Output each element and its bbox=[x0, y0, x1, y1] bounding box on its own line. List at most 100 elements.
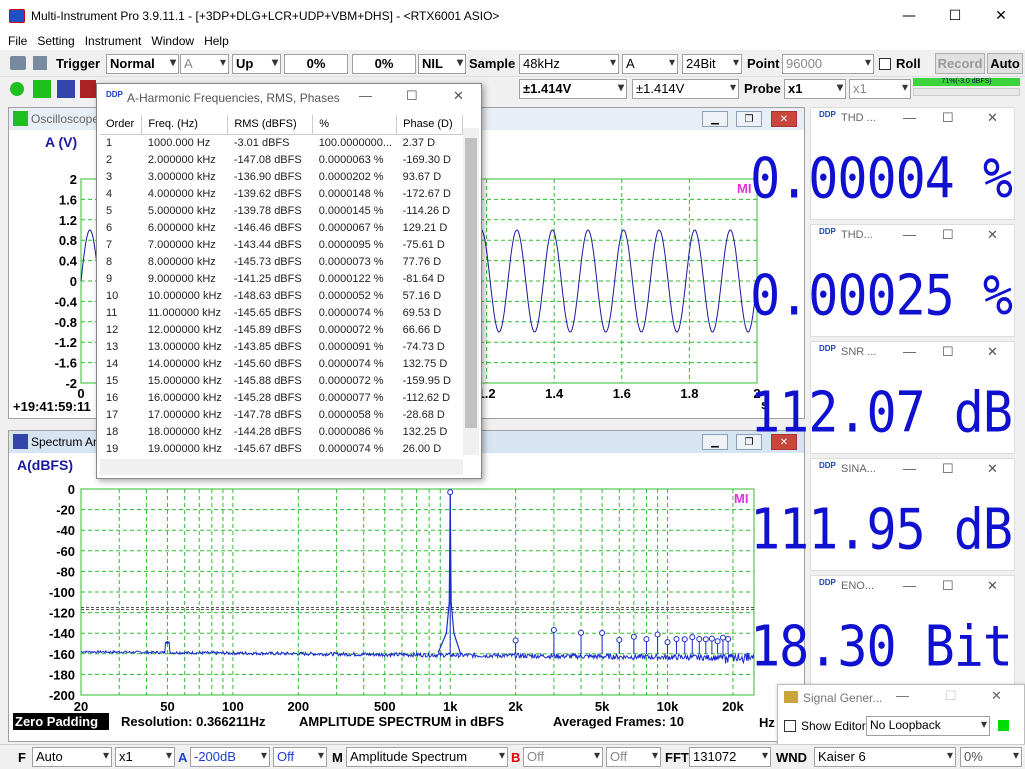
meter-maximize-button[interactable]: ☐ bbox=[942, 110, 954, 126]
a-off-select[interactable]: Off bbox=[273, 747, 327, 767]
record-button[interactable]: Record bbox=[935, 53, 985, 74]
table-row[interactable]: 4 4.000000 kHz -139.62 dBFS 0.0000148 % -172… bbox=[100, 185, 463, 202]
f-mode-select[interactable]: Auto bbox=[32, 747, 112, 767]
probe-b-select[interactable]: x1 bbox=[849, 79, 911, 99]
range-b-select[interactable]: ±1.414V bbox=[632, 79, 739, 99]
meter-maximize-button[interactable]: ☐ bbox=[942, 461, 954, 477]
point-select[interactable]: 96000 bbox=[782, 54, 874, 74]
trigger-channel-select[interactable]: A bbox=[180, 54, 229, 74]
col-order[interactable]: Order bbox=[100, 115, 143, 135]
trigger-delay-spinner[interactable]: 0% bbox=[352, 54, 416, 74]
table-row[interactable]: 15 15.000000 kHz -145.88 dBFS 0.0000072 % -1… bbox=[100, 372, 463, 389]
harm-maximize-button[interactable]: ☐ bbox=[406, 88, 418, 104]
show-editor-checkbox[interactable] bbox=[784, 720, 796, 732]
harmonics-scroll-thumb[interactable] bbox=[465, 138, 477, 428]
table-row[interactable]: 8 8.000000 kHz -145.73 dBFS 0.0000073 % 77.7… bbox=[100, 253, 463, 270]
table-row[interactable]: 9 9.000000 kHz -141.25 dBFS 0.0000122 % -81.… bbox=[100, 270, 463, 287]
table-row[interactable]: 5 5.000000 kHz -139.78 dBFS 0.0000145 % -114… bbox=[100, 202, 463, 219]
meter-close-button[interactable]: ✕ bbox=[987, 461, 998, 477]
gen-close-button[interactable]: ✕ bbox=[991, 688, 1002, 704]
nil-select[interactable]: NIL bbox=[418, 54, 466, 74]
table-cell: -141.25 dBFS bbox=[233, 272, 302, 285]
loopback-select[interactable]: No Loopback bbox=[866, 716, 990, 736]
menu-help[interactable]: Help bbox=[204, 34, 229, 48]
table-row[interactable]: 18 18.000000 kHz -144.28 dBFS 0.0000086 % 13… bbox=[100, 423, 463, 440]
multiplier-select[interactable]: x1 bbox=[115, 747, 175, 767]
osc-close-button[interactable]: ✕ bbox=[771, 111, 797, 127]
meter-close-button[interactable]: ✕ bbox=[987, 344, 998, 360]
meter-maximize-button[interactable]: ☐ bbox=[942, 578, 954, 594]
roll-checkbox[interactable] bbox=[879, 58, 891, 70]
table-row[interactable]: 17 17.000000 kHz -147.78 dBFS 0.0000058 % -2… bbox=[100, 406, 463, 423]
meter-window: DDP THD ... — ☐ ✕ 0.00004 % bbox=[750, 107, 1015, 220]
run-icon[interactable] bbox=[10, 82, 24, 96]
meter-minimize-button[interactable]: — bbox=[903, 344, 916, 359]
probe-a-select[interactable]: x1 bbox=[784, 79, 846, 99]
sample-rate-select[interactable]: 48kHz bbox=[519, 54, 619, 74]
meter-minimize-button[interactable]: — bbox=[903, 461, 916, 476]
window-select[interactable]: Kaiser 6 bbox=[814, 747, 956, 767]
table-row[interactable]: 14 14.000000 kHz -145.60 dBFS 0.0000074 % 13… bbox=[100, 355, 463, 372]
col-percent[interactable]: % bbox=[312, 115, 398, 135]
gen-minimize-button[interactable]: — bbox=[896, 688, 909, 703]
menu-setting[interactable]: Setting bbox=[37, 34, 74, 48]
meter-close-button[interactable]: ✕ bbox=[987, 110, 998, 126]
spec-minimize-button[interactable]: ▁ bbox=[702, 434, 728, 450]
generator-status-indicator[interactable] bbox=[998, 720, 1009, 731]
harmonics-scrollbar[interactable] bbox=[463, 128, 479, 455]
table-row[interactable]: 13 13.000000 kHz -143.85 dBFS 0.0000091 % -7… bbox=[100, 338, 463, 355]
osc-restore-button[interactable]: ❐ bbox=[736, 111, 762, 127]
table-row[interactable]: 16 16.000000 kHz -145.28 dBFS 0.0000077 % -1… bbox=[100, 389, 463, 406]
menu-instrument[interactable]: Instrument bbox=[85, 34, 142, 48]
table-row[interactable]: 10 10.000000 kHz -148.63 dBFS 0.0000052 % 57… bbox=[100, 287, 463, 304]
scope-icon[interactable] bbox=[33, 80, 51, 98]
menu-window[interactable]: Window bbox=[151, 34, 194, 48]
menu-file[interactable]: File bbox=[8, 34, 27, 48]
minimize-button[interactable]: — bbox=[886, 0, 932, 31]
col-rms[interactable]: RMS (dBFS) bbox=[227, 115, 314, 135]
spectrum-icon[interactable] bbox=[57, 80, 75, 98]
trigger-edge-select[interactable]: Up bbox=[232, 54, 281, 74]
meter-close-button[interactable]: ✕ bbox=[987, 578, 998, 594]
harm-minimize-button[interactable]: — bbox=[359, 88, 372, 103]
table-row[interactable]: 7 7.000000 kHz -143.44 dBFS 0.0000095 % -75.… bbox=[100, 236, 463, 253]
table-row[interactable]: 6 6.000000 kHz -146.46 dBFS 0.0000067 % 129.… bbox=[100, 219, 463, 236]
col-phase[interactable]: Phase (D) bbox=[396, 115, 463, 135]
meter-maximize-button[interactable]: ☐ bbox=[942, 227, 954, 243]
meter-maximize-button[interactable]: ☐ bbox=[942, 344, 954, 360]
spectrum-chart[interactable]: A(dBFS) 0 -20 -40 -60 -80 -100 -120 -140 -160 -180… bbox=[9, 453, 804, 741]
save-icon[interactable] bbox=[33, 56, 47, 70]
col-freq[interactable]: Freq. (Hz) bbox=[141, 115, 229, 135]
channel-select[interactable]: A bbox=[622, 54, 678, 74]
meter-icon[interactable] bbox=[80, 80, 96, 98]
meter-minimize-button[interactable]: — bbox=[903, 110, 916, 125]
gen-maximize-button[interactable]: ☐ bbox=[945, 688, 957, 704]
b-off-select[interactable]: Off bbox=[523, 747, 603, 767]
auto-button[interactable]: Auto bbox=[987, 53, 1023, 74]
harmonics-title: A-Harmonic Frequencies, RMS, Phases bbox=[127, 91, 340, 105]
a-floor-select[interactable]: -200dB bbox=[190, 747, 270, 767]
osc-minimize-button[interactable]: ▁ bbox=[702, 111, 728, 127]
trigger-level-spinner[interactable]: 0% bbox=[284, 54, 348, 74]
meter-close-button[interactable]: ✕ bbox=[987, 227, 998, 243]
meter-minimize-button[interactable]: — bbox=[903, 227, 916, 242]
overlap-select[interactable]: 0% bbox=[960, 747, 1022, 767]
table-row[interactable]: 12 12.000000 kHz -145.89 dBFS 0.0000072 % 66… bbox=[100, 321, 463, 338]
table-row[interactable]: 2 2.000000 kHz -147.08 dBFS 0.0000063 % -169… bbox=[100, 151, 463, 168]
open-icon[interactable] bbox=[10, 56, 26, 70]
table-row[interactable]: 3 3.000000 kHz -136.90 dBFS 0.0000202 % 93.6… bbox=[100, 168, 463, 185]
b-off2-select[interactable]: Off bbox=[606, 747, 661, 767]
bits-select[interactable]: 24Bit bbox=[682, 54, 742, 74]
table-row[interactable]: 1 1000.000 Hz -3.01 dBFS 100.0000000... 2.37… bbox=[100, 134, 463, 151]
maximize-button[interactable]: ☐ bbox=[932, 0, 978, 31]
harm-close-button[interactable]: ✕ bbox=[453, 88, 464, 104]
m-mode-select[interactable]: Amplitude Spectrum bbox=[346, 747, 508, 767]
trigger-mode-select[interactable]: Normal bbox=[106, 54, 179, 74]
fft-size-select[interactable]: 131072 bbox=[689, 747, 771, 767]
range-a-select[interactable]: ±1.414V bbox=[519, 79, 627, 99]
harmonics-hscrollbar[interactable] bbox=[100, 459, 463, 475]
meter-minimize-button[interactable]: — bbox=[903, 578, 916, 593]
table-row[interactable]: 11 11.000000 kHz -145.65 dBFS 0.0000074 % 69… bbox=[100, 304, 463, 321]
close-button[interactable]: ✕ bbox=[978, 0, 1024, 31]
table-row[interactable]: 19 19.000000 kHz -145.67 dBFS 0.0000074 % 26… bbox=[100, 440, 463, 455]
